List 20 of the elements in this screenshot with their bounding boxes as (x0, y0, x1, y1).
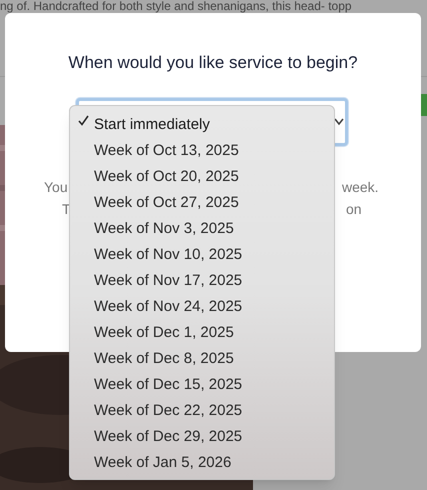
dropdown-option[interactable]: Week of Nov 24, 2025 (94, 296, 242, 318)
dropdown-option[interactable]: Week of Jan 5, 2026 (94, 452, 232, 474)
modal-title: When would you like service to begin? (67, 52, 359, 74)
dropdown-option[interactable]: Week of Dec 8, 2025 (94, 348, 234, 370)
dropdown-option[interactable]: Week of Dec 15, 2025 (94, 374, 242, 396)
dropdown-option[interactable]: Week of Nov 3, 2025 (94, 218, 234, 240)
intro-text: ng of. Handcrafted for both style and shenanigans, this head- topp (0, 0, 352, 12)
note-text: on (346, 200, 362, 219)
note-text: T (62, 200, 71, 219)
dropdown-option[interactable]: Week of Nov 10, 2025 (94, 244, 242, 266)
note-text: You (44, 178, 68, 197)
dropdown-option[interactable]: Start immediately (94, 114, 210, 136)
note-text: week. (342, 178, 379, 197)
dropdown-option[interactable]: Week of Nov 17, 2025 (94, 270, 242, 292)
dropdown-option[interactable]: Week of Dec 1, 2025 (94, 322, 234, 344)
dropdown-option[interactable]: Week of Oct 13, 2025 (94, 140, 239, 162)
dropdown-option[interactable]: Week of Oct 20, 2025 (94, 166, 239, 188)
dropdown-option[interactable]: Week of Oct 27, 2025 (94, 192, 239, 214)
dropdown-option[interactable]: Week of Dec 29, 2025 (94, 426, 242, 448)
dropdown-option[interactable]: Week of Dec 22, 2025 (94, 400, 242, 422)
